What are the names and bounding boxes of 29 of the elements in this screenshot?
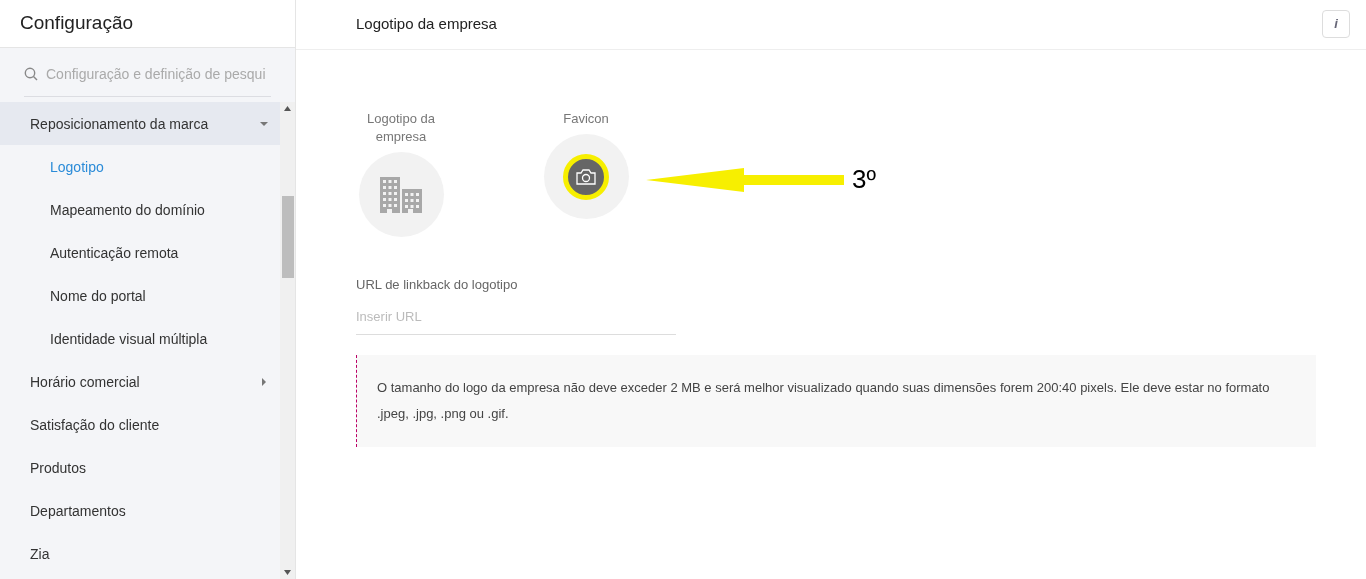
building-icon [380,176,422,213]
caret-icon [260,119,268,128]
search-icon [24,67,38,81]
sidebar-item[interactable]: Mapeamento do domínio [0,188,280,231]
caret-icon [260,377,268,386]
scroll-thumb[interactable] [281,196,294,278]
url-field[interactable]: Inserir URL [356,306,676,335]
sidebar-item[interactable]: Zia [0,532,280,575]
sidebar-item[interactable]: Reposicionamento da marca [0,102,280,145]
page-title: Logotipo da empresa [356,14,497,35]
upload-label: Favicon [563,110,609,128]
search-field[interactable]: Configuração e definição de pesqui [24,64,271,97]
sidebar-item[interactable]: Autenticação remota [0,231,280,274]
camera-icon [576,168,596,185]
sidebar-item[interactable]: Identidade visual múltipla [0,317,280,360]
scroll-up-icon[interactable] [284,106,291,111]
sidebar-item[interactable]: Produtos [0,446,280,489]
field-label: URL de linkback do logotipo [356,276,519,294]
upload-label: Logotipo da empresa [366,110,436,146]
scrollbar[interactable] [280,102,295,579]
sidebar-item[interactable]: Horário comercial [0,360,280,403]
size-note: O tamanho do logo da empresa não deve exceder 2 MB e será melhor visualizado quando suas dimensões forem 200:40 pixels. Ele deve estar no formato .jpeg, .jpg, .png ou .gif. [377,379,1271,423]
sidebar-item[interactable]: Nome do portal [0,274,280,317]
sidebar-title: Configuração [20,11,134,36]
sidebar-item[interactable]: Departamentos [0,489,280,532]
annotation-label: 3º [852,163,876,196]
info-button[interactable]: i [1322,10,1350,38]
scroll-down-icon[interactable] [284,570,291,575]
sidebar-item[interactable]: Satisfação do cliente [0,403,280,446]
